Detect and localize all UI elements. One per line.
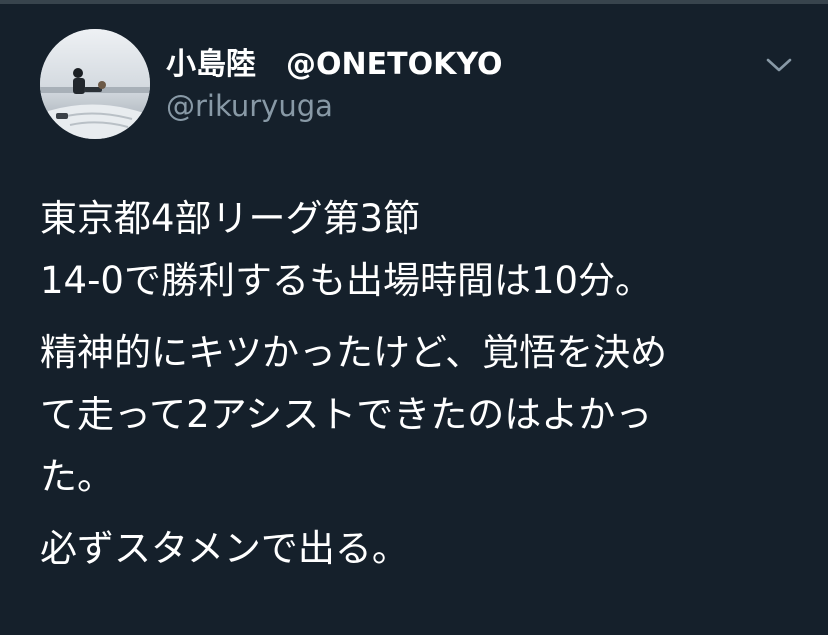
tweet-card: 小島陸 @ONETOKYO @rikuryuga 東京都4部リーグ第3節 14-… <box>0 0 828 635</box>
tweet-paragraph: 必ずスタメンで出る。 <box>40 518 800 580</box>
tweet-line: 14-0で勝利するも出場時間は10分。 <box>40 259 653 302</box>
user-handle[interactable]: @rikuryuga <box>166 88 333 124</box>
tweet-line: た。 <box>40 455 114 498</box>
tweet-line: 東京都4部リーグ第3節 <box>40 197 421 240</box>
avatar-photo-image <box>40 29 150 139</box>
display-name[interactable]: 小島陸 @ONETOKYO <box>166 46 502 84</box>
tweet-text: 東京都4部リーグ第3節 14-0で勝利するも出場時間は10分。 精神的にキツかっ… <box>40 188 800 590</box>
tweet-paragraph: 精神的にキツかったけど、覚悟を決め て走って2アシストできたのはよかっ た。 <box>40 322 800 508</box>
tweet-line: 必ずスタメンで出る。 <box>40 527 409 570</box>
avatar[interactable] <box>40 29 150 139</box>
tweet-paragraph: 東京都4部リーグ第3節 14-0で勝利するも出場時間は10分。 <box>40 188 800 312</box>
tweet-line: 精神的にキツかったけど、覚悟を決め <box>40 331 668 374</box>
chevron-down-icon[interactable] <box>762 52 796 76</box>
tweet-line: て走って2アシストできたのはよかっ <box>40 393 653 436</box>
